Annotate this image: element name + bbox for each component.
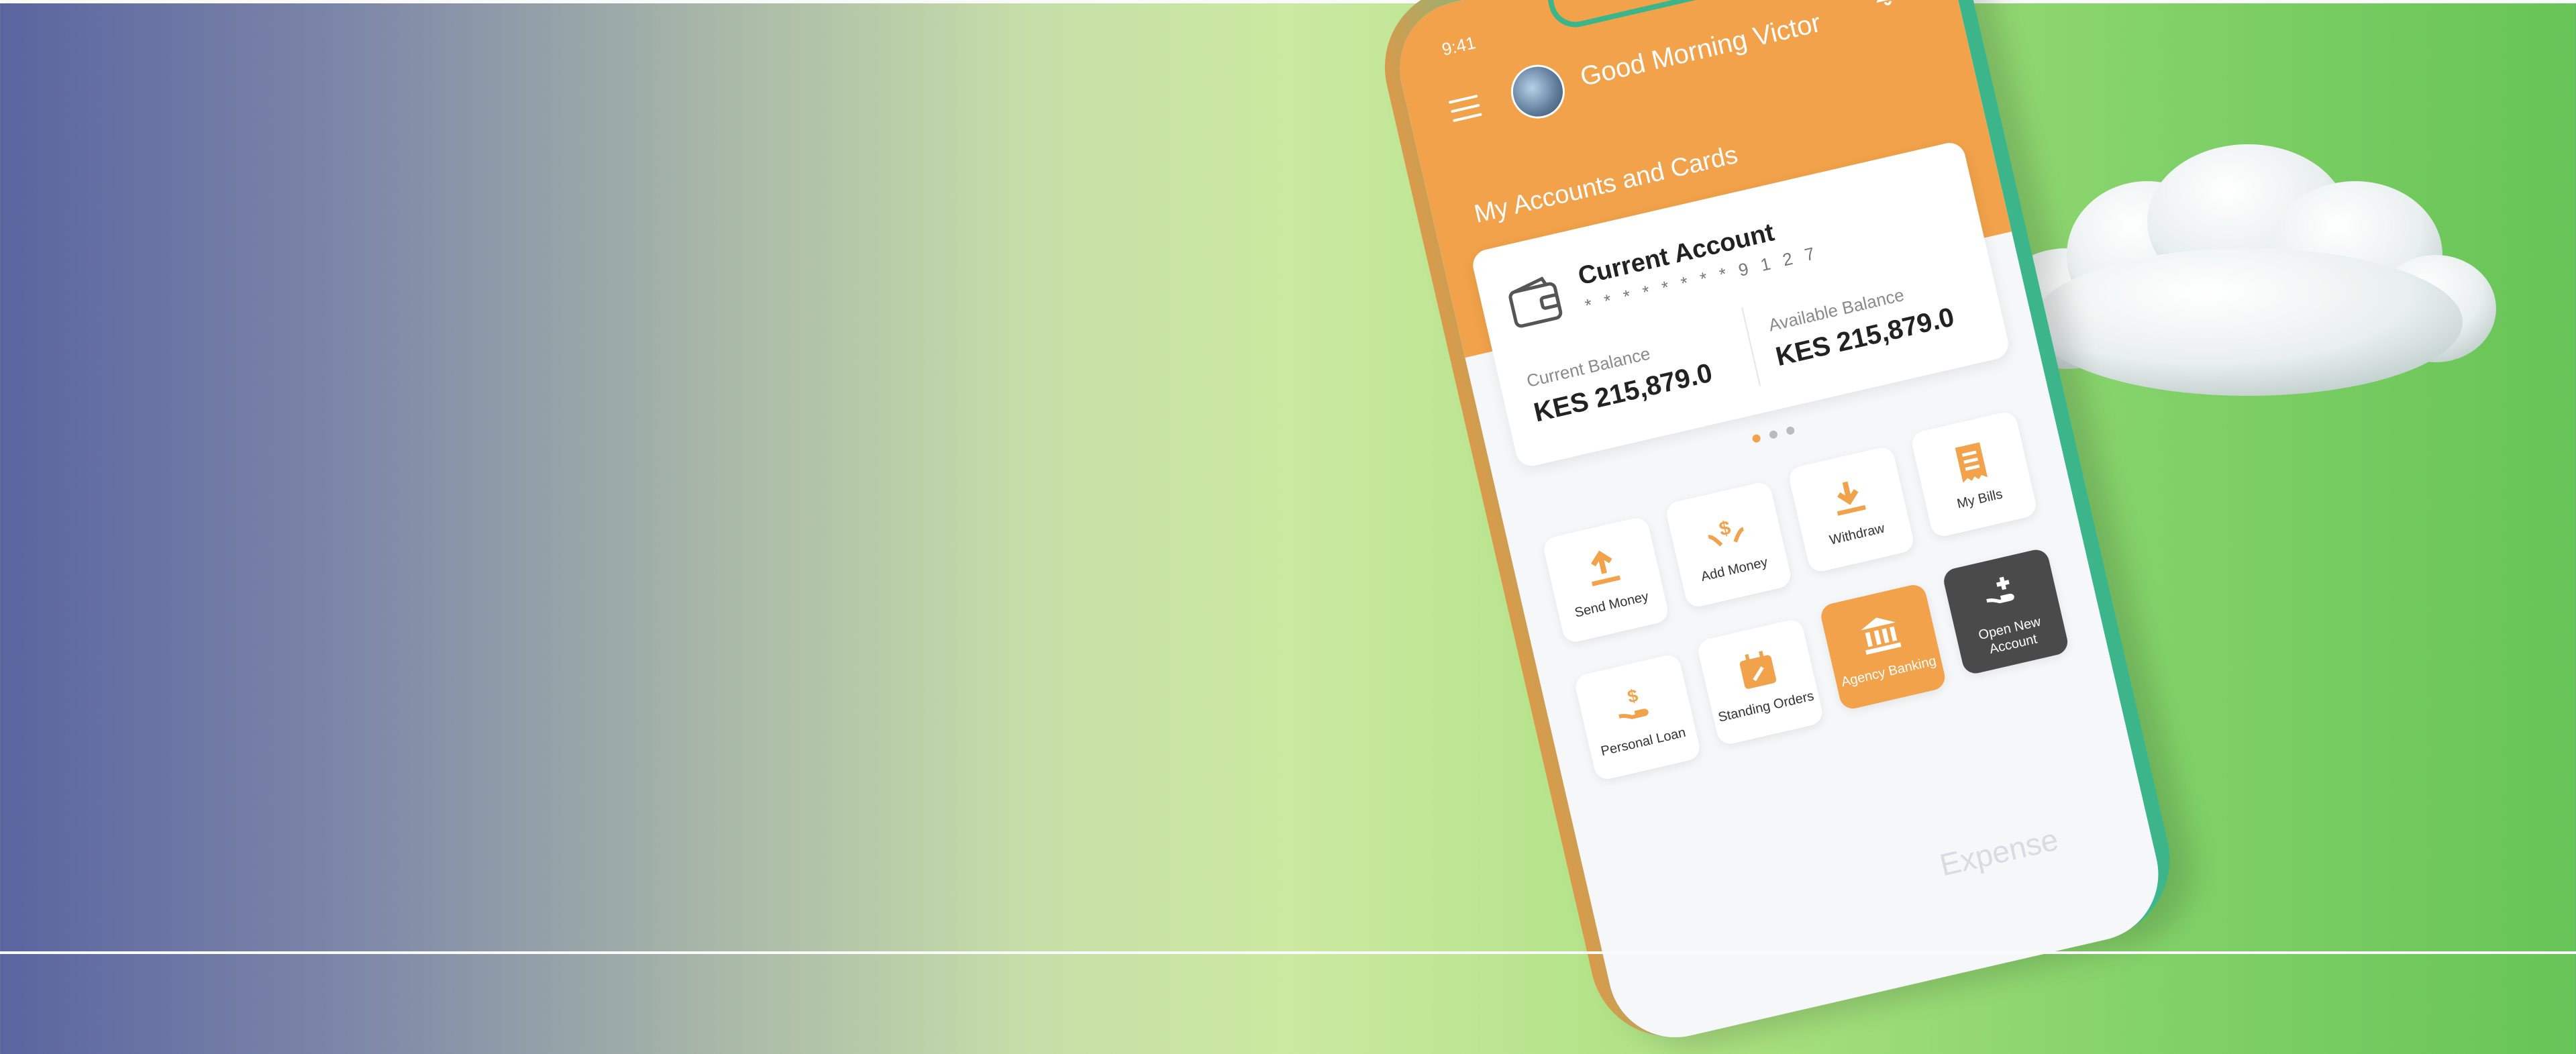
my-bills-button[interactable]: My Bills (1909, 410, 2039, 539)
personal-loan-button[interactable]: $ Personal Loan (1573, 653, 1702, 782)
card-divider (1741, 307, 1761, 386)
card-pager (1751, 420, 1820, 448)
add-money-button[interactable]: $ Add Money (1664, 480, 1794, 609)
phone-frame: 9:41 ▮▮▮ ◠ ▭ Good Morning Victor My Acco… (1369, 0, 2186, 1053)
upload-icon (1591, 550, 1621, 586)
bottom-edge (0, 951, 2576, 954)
tile-label: Send Money (1573, 589, 1650, 621)
hand-dollar-icon: $ (1618, 685, 1649, 719)
tile-label: Withdraw (1828, 521, 1886, 548)
tile-label: Agency Banking (1839, 653, 1938, 690)
tile-label: My Bills (1955, 486, 2004, 512)
tile-label: Open New Account (1977, 614, 2043, 657)
top-edge (0, 0, 2576, 3)
svg-text:$: $ (1626, 685, 1640, 707)
agency-banking-button[interactable]: Agency Banking (1818, 582, 1948, 712)
tile-label: Personal Loan (1599, 725, 1688, 759)
svg-text:$: $ (1717, 517, 1733, 541)
pager-dot[interactable] (1768, 429, 1779, 439)
expense-label: Expense (1936, 821, 2062, 883)
wallet-icon (1508, 276, 1563, 328)
hand-plus-icon (1986, 576, 2014, 604)
receipt-icon (1955, 442, 1988, 483)
withdraw-button[interactable]: Withdraw (1787, 445, 1916, 574)
tile-label: Standing Orders (1716, 688, 1816, 725)
hands-dollar-icon: $ (1708, 517, 1745, 547)
bank-icon (1861, 617, 1902, 655)
pager-dot[interactable] (1751, 433, 1761, 443)
open-new-account-button[interactable]: Open New Account (1941, 547, 2071, 676)
tile-label: Add Money (1699, 554, 1769, 585)
download-icon (1837, 481, 1866, 516)
pager-dot[interactable] (1786, 425, 1796, 436)
calendar-icon (1739, 651, 1777, 689)
phone-screen: 9:41 ▮▮▮ ◠ ▭ Good Morning Victor My Acco… (1386, 0, 2172, 1051)
send-money-button[interactable]: Send Money (1541, 515, 1671, 645)
standing-orders-button[interactable]: Standing Orders (1696, 617, 1825, 747)
